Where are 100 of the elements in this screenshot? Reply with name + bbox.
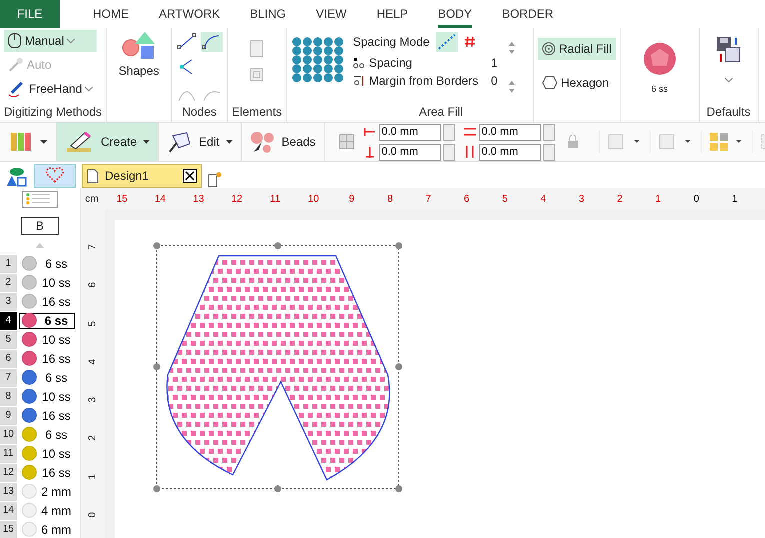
- caret-icon[interactable]: [724, 78, 733, 83]
- bead-item[interactable]: 6 ss: [19, 256, 75, 272]
- spinner-button[interactable]: [442, 144, 455, 160]
- spinner-button[interactable]: [542, 144, 555, 160]
- spinner-button[interactable]: [442, 124, 455, 140]
- spacing-icon: [353, 57, 366, 69]
- bead-item[interactable]: 16 ss: [19, 294, 75, 310]
- close-icon[interactable]: [183, 169, 197, 183]
- bead-item[interactable]: 16 ss: [19, 408, 75, 424]
- position-icon: [362, 125, 377, 139]
- spacing-mode-label: Spacing Mode: [353, 35, 430, 49]
- ruler-label: 1: [731, 194, 739, 204]
- digitizing-method-button[interactable]: Manual: [4, 30, 98, 52]
- spacing-value[interactable]: 1: [491, 56, 498, 70]
- lock-icon[interactable]: [566, 135, 579, 149]
- dimension-field[interactable]: 0.0 mm: [478, 144, 541, 160]
- toolbar-button[interactable]: Create: [56, 123, 158, 161]
- element-icon[interactable]: [250, 68, 264, 82]
- menu-tab[interactable]: BLING: [250, 0, 286, 28]
- row-number: 6: [0, 350, 17, 368]
- bead-item[interactable]: 6 ss: [19, 370, 75, 386]
- spin-icon[interactable]: [508, 40, 516, 56]
- bead-item[interactable]: 16 ss: [19, 464, 75, 480]
- save-defaults-icon[interactable]: [716, 36, 742, 64]
- ruler-label: 1: [86, 474, 100, 480]
- ruler-label: 6: [86, 282, 100, 288]
- toolbar-button[interactable]: Edit: [158, 123, 241, 161]
- menu-tab[interactable]: BORDER: [502, 0, 554, 28]
- spinner-button[interactable]: [542, 124, 555, 140]
- group-label: Nodes: [181, 105, 218, 121]
- dimension-field[interactable]: 0.0 mm: [378, 124, 441, 140]
- row-number: 4: [0, 312, 17, 330]
- bead-item[interactable]: 2 mm: [19, 484, 75, 500]
- toolbar-button[interactable]: Beads: [240, 123, 324, 161]
- group-label: Area Fill: [418, 105, 464, 121]
- spin-icon[interactable]: [508, 78, 516, 95]
- margin-icon: [353, 75, 366, 87]
- column-header[interactable]: B: [21, 217, 59, 235]
- document-tab[interactable]: Design1: [82, 164, 202, 188]
- group-label: Defaults: [706, 105, 751, 121]
- dotted-line-icon[interactable]: [436, 32, 458, 52]
- cursor-icon: [167, 130, 194, 154]
- element-icon[interactable]: [250, 40, 264, 58]
- row-number: 14: [0, 502, 17, 520]
- file-menu-tab[interactable]: FILE: [0, 0, 60, 28]
- row-number: 9: [0, 406, 17, 424]
- selection-box[interactable]: [154, 242, 402, 492]
- digitizing-method-button[interactable]: FreeHand: [4, 78, 98, 100]
- line-node-icon[interactable]: [176, 32, 198, 52]
- margin-label: Margin from Borders: [369, 74, 480, 88]
- ruler-label: 0: [692, 194, 700, 204]
- bead-item[interactable]: 4 mm: [19, 502, 75, 518]
- document-icon: [87, 168, 99, 184]
- bead-item[interactable]: 6 ss: [19, 426, 75, 442]
- shapes-panel-icon[interactable]: [6, 166, 28, 188]
- menu-tab[interactable]: BODY: [438, 0, 472, 28]
- row-number: 10: [0, 426, 17, 444]
- bead-item[interactable]: 10 ss: [19, 332, 75, 348]
- dimension-field[interactable]: 0.0 mm: [478, 124, 541, 140]
- fill-type-button[interactable]: Hexagon: [538, 72, 616, 94]
- menu-tab[interactable]: VIEW: [316, 0, 347, 28]
- sort-arrow-icon[interactable]: [36, 243, 44, 248]
- row-number: 13: [0, 482, 17, 500]
- shapes-icon[interactable]: [121, 30, 158, 62]
- heart-panel-icon[interactable]: [34, 164, 76, 188]
- row-number: 15: [0, 520, 17, 538]
- ruler-label: 7: [424, 194, 432, 204]
- row-number: 8: [0, 388, 17, 406]
- bead-item[interactable]: 10 ss: [19, 446, 75, 462]
- new-document-icon[interactable]: [208, 172, 222, 188]
- ruler-label: 2: [616, 194, 624, 204]
- bead-item[interactable]: 10 ss: [19, 274, 75, 290]
- ruler-label: 4: [540, 194, 548, 204]
- grid-icon[interactable]: [464, 36, 476, 48]
- ruler-label: 1: [654, 194, 662, 204]
- grid-icon[interactable]: [338, 134, 355, 150]
- bead-item[interactable]: 10 ss: [19, 388, 75, 404]
- menu-tab[interactable]: HELP: [376, 0, 408, 28]
- bead-item[interactable]: 6 ss: [19, 312, 75, 328]
- ruler-label: 15: [116, 194, 129, 204]
- gem-icon[interactable]: [642, 42, 677, 76]
- curve-node-icon[interactable]: [201, 32, 224, 52]
- dimension-field[interactable]: 0.0 mm: [378, 144, 441, 160]
- books-icon[interactable]: [10, 131, 50, 153]
- group-label: Digitizing Methods: [4, 105, 102, 121]
- margin-value[interactable]: 0: [491, 74, 498, 88]
- pen-icon: [8, 81, 26, 97]
- fill-type-button[interactable]: Radial Fill: [538, 38, 616, 60]
- menu-tab[interactable]: HOME: [93, 0, 129, 28]
- menu-tab[interactable]: ARTWORK: [159, 0, 220, 28]
- caret-icon: [85, 86, 94, 92]
- ruler-label: 5: [86, 320, 100, 327]
- caret-icon: [143, 140, 150, 144]
- bead-item[interactable]: 6 mm: [19, 522, 75, 538]
- row-number: 11: [0, 444, 17, 462]
- shapes-button[interactable]: Shapes: [114, 62, 164, 80]
- ruler-label: 4: [86, 359, 100, 365]
- bead-item[interactable]: 16 ss: [19, 350, 75, 366]
- ruler-label: 13: [192, 194, 206, 204]
- wand-icon: [8, 57, 24, 73]
